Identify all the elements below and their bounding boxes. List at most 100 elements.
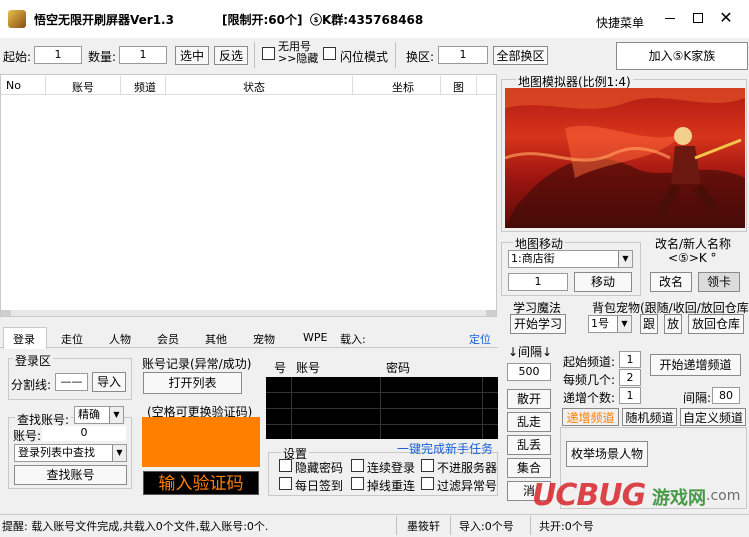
chevron-down-icon[interactable]: ▼ <box>617 316 631 332</box>
newbie-task-link[interactable]: 一键完成新手任务 <box>397 440 493 457</box>
locate-link[interactable]: 定位 <box>469 331 491 347</box>
start-increment-button[interactable]: 开始递增频道 <box>650 354 741 376</box>
grid-col-password: 密码 <box>386 361 411 375</box>
tab-random-channel[interactable]: 随机频道 <box>622 408 677 426</box>
scan-scene-button[interactable]: 枚举场景人物 <box>566 441 648 467</box>
pet-follow-button[interactable]: 跟 <box>640 314 658 334</box>
map-simulator-image[interactable] <box>505 88 745 228</box>
tab-pet[interactable]: 宠物 <box>253 331 275 347</box>
filter-abnormal-checkbox[interactable] <box>421 477 434 490</box>
login-area-title: 登录区 <box>13 352 54 369</box>
open-list-button[interactable]: 打开列表 <box>143 372 242 394</box>
rename-title: 改名/新人名称 <box>655 237 732 251</box>
channel-interval-input[interactable]: 80 <box>712 387 740 404</box>
no-server-checkbox[interactable] <box>421 459 434 472</box>
map-location-value: 1:商店街 <box>511 252 555 265</box>
start-learn-button[interactable]: 开始学习 <box>510 314 566 334</box>
tab-character[interactable]: 人物 <box>109 331 131 347</box>
switch-label: 换区: <box>406 50 435 64</box>
captcha-image[interactable] <box>142 417 260 467</box>
grid-col-no: 号 <box>274 361 287 375</box>
flash-mode-checkbox[interactable] <box>323 47 336 60</box>
account-table[interactable] <box>0 74 497 317</box>
chevron-down-icon[interactable]: ▼ <box>112 445 126 461</box>
throw-random-button[interactable]: 乱丢 <box>507 435 551 455</box>
tab-other[interactable]: 其他 <box>205 331 227 347</box>
pet-return-button[interactable]: 放回仓库 <box>688 314 744 334</box>
reconnect-checkbox[interactable] <box>351 477 364 490</box>
tab-member[interactable]: 会员 <box>157 331 179 347</box>
title-bar: 悟空无限开刷屏器Ver1.3 [限制开:60个] ⓢK群:435768468 快… <box>0 0 749 38</box>
chevron-down-icon[interactable]: ▼ <box>618 251 632 267</box>
reconnect-label: 掉线重连 <box>367 479 416 493</box>
tab-login[interactable]: 登录 <box>13 331 35 347</box>
app-title: 悟空无限开刷屏器Ver1.3 <box>34 13 174 27</box>
col-account[interactable]: 账号 <box>72 79 94 95</box>
gather-button[interactable]: 集合 <box>507 458 551 478</box>
grid-col-account: 账号 <box>296 361 321 375</box>
find-in-list-select[interactable]: 登录列表中查找 ▼ <box>14 444 127 462</box>
hide-useless-checkbox[interactable] <box>262 47 275 60</box>
maximize-button[interactable] <box>688 8 708 28</box>
tab-walk[interactable]: 走位 <box>61 331 83 347</box>
walk-random-button[interactable]: 乱走 <box>507 412 551 432</box>
quick-menu[interactable]: 快捷菜单 <box>596 14 644 31</box>
find-account-button[interactable]: 查找账号 <box>14 465 127 485</box>
channel-interval-label: 间隔: <box>683 391 712 405</box>
table-hscroll[interactable] <box>1 310 496 316</box>
pet-release-button[interactable]: 放 <box>664 314 682 334</box>
import-button[interactable]: 导入 <box>92 372 126 392</box>
per-channel-label: 每频几个: <box>563 373 616 387</box>
exact-select[interactable]: 精确 ▼ <box>74 406 124 424</box>
move-button[interactable]: 移动 <box>574 272 632 292</box>
app-logo-icon <box>8 10 26 28</box>
col-channel[interactable]: 频道 <box>134 79 156 95</box>
select-button[interactable]: 选中 <box>175 46 209 65</box>
switch-all-button[interactable]: 全部换区 <box>493 46 548 65</box>
switch-input[interactable]: 1 <box>438 46 488 64</box>
per-channel-input[interactable]: 2 <box>619 369 641 386</box>
col-coord[interactable]: 坐标 <box>392 79 414 95</box>
chevron-down-icon[interactable]: ▼ <box>109 407 123 423</box>
tab-wpe[interactable]: WPE <box>303 331 327 344</box>
inc-count-input[interactable]: 1 <box>619 387 641 404</box>
filter-abnormal-label: 过滤异常号 <box>437 479 498 493</box>
captcha-input-button[interactable]: 输入验证码 <box>143 471 259 495</box>
claim-card-button[interactable]: 领卡 <box>698 272 740 292</box>
col-status[interactable]: 状态 <box>243 79 265 95</box>
continuous-login-label: 连续登录 <box>367 461 416 475</box>
status-imported: 导入:0个号 <box>459 520 514 533</box>
tab-custom-channel[interactable]: 自定义频道 <box>680 408 746 426</box>
join-family-button[interactable]: 加入⑤K家族 <box>616 42 748 70</box>
count-input[interactable]: 1 <box>119 46 167 64</box>
split-input[interactable]: —— <box>55 373 88 391</box>
map-location-select[interactable]: 1:商店街 ▼ <box>508 250 633 268</box>
daily-signin-checkbox[interactable] <box>279 477 292 490</box>
hide-password-checkbox[interactable] <box>279 459 292 472</box>
no-server-label: 不进服务器 <box>437 461 498 475</box>
col-no[interactable]: No <box>6 79 21 92</box>
watermark-domain: .com <box>706 488 741 504</box>
minimize-button[interactable] <box>660 8 680 28</box>
start-channel-input[interactable]: 1 <box>619 351 641 368</box>
hide-password-label: 隐藏密码 <box>295 461 344 475</box>
map-move-value-input[interactable]: 1 <box>508 273 568 291</box>
col-map[interactable]: 图 <box>453 79 464 95</box>
status-message: 提醒: 载入账号文件完成,共载入0个文件,载入账号:0个. <box>2 520 269 533</box>
interval-input[interactable]: 500 <box>507 363 551 381</box>
pet-slot-value: 1号 <box>591 317 609 330</box>
rename-button[interactable]: 改名 <box>650 272 692 292</box>
split-label: 分割线: <box>11 378 52 392</box>
account-input[interactable]: 0 <box>42 426 126 441</box>
invert-button[interactable]: 反选 <box>214 46 248 65</box>
watermark-sub: 游戏网 <box>652 488 706 509</box>
tab-increment-channel[interactable]: 递增频道 <box>562 408 619 426</box>
disperse-button[interactable]: 散开 <box>507 389 551 409</box>
daily-signin-label: 每日签到 <box>295 479 344 493</box>
account-label: 账号: <box>13 429 42 443</box>
pet-slot-select[interactable]: 1号 ▼ <box>588 315 632 333</box>
continuous-login-checkbox[interactable] <box>351 459 364 472</box>
rename-value[interactable]: <⑤>K ° <box>668 251 717 265</box>
close-button[interactable]: ✕ <box>716 8 736 28</box>
start-input[interactable]: 1 <box>34 46 82 64</box>
